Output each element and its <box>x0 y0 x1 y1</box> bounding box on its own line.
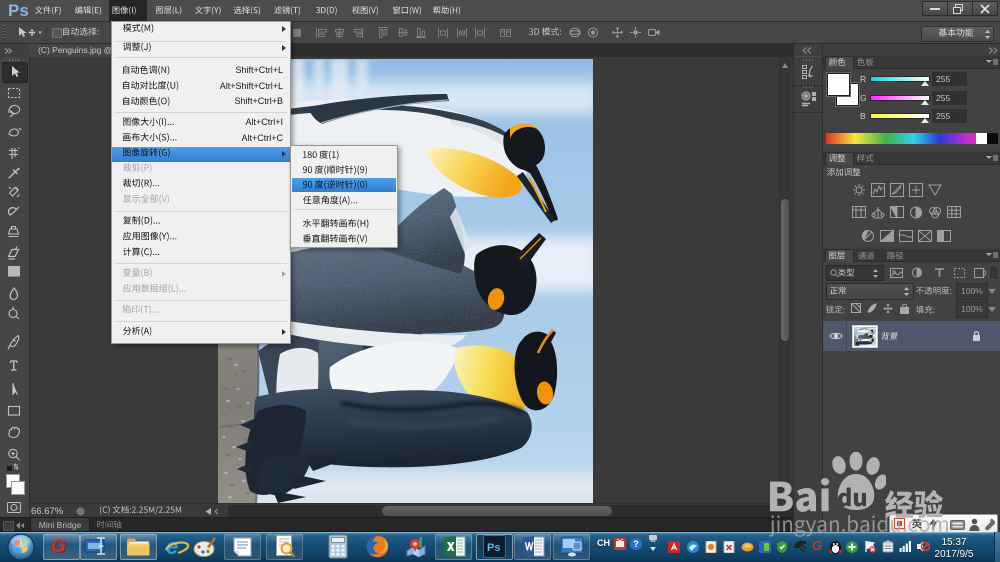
svg-text:Ps: Ps <box>487 542 500 554</box>
svg-text:?: ? <box>633 539 639 549</box>
